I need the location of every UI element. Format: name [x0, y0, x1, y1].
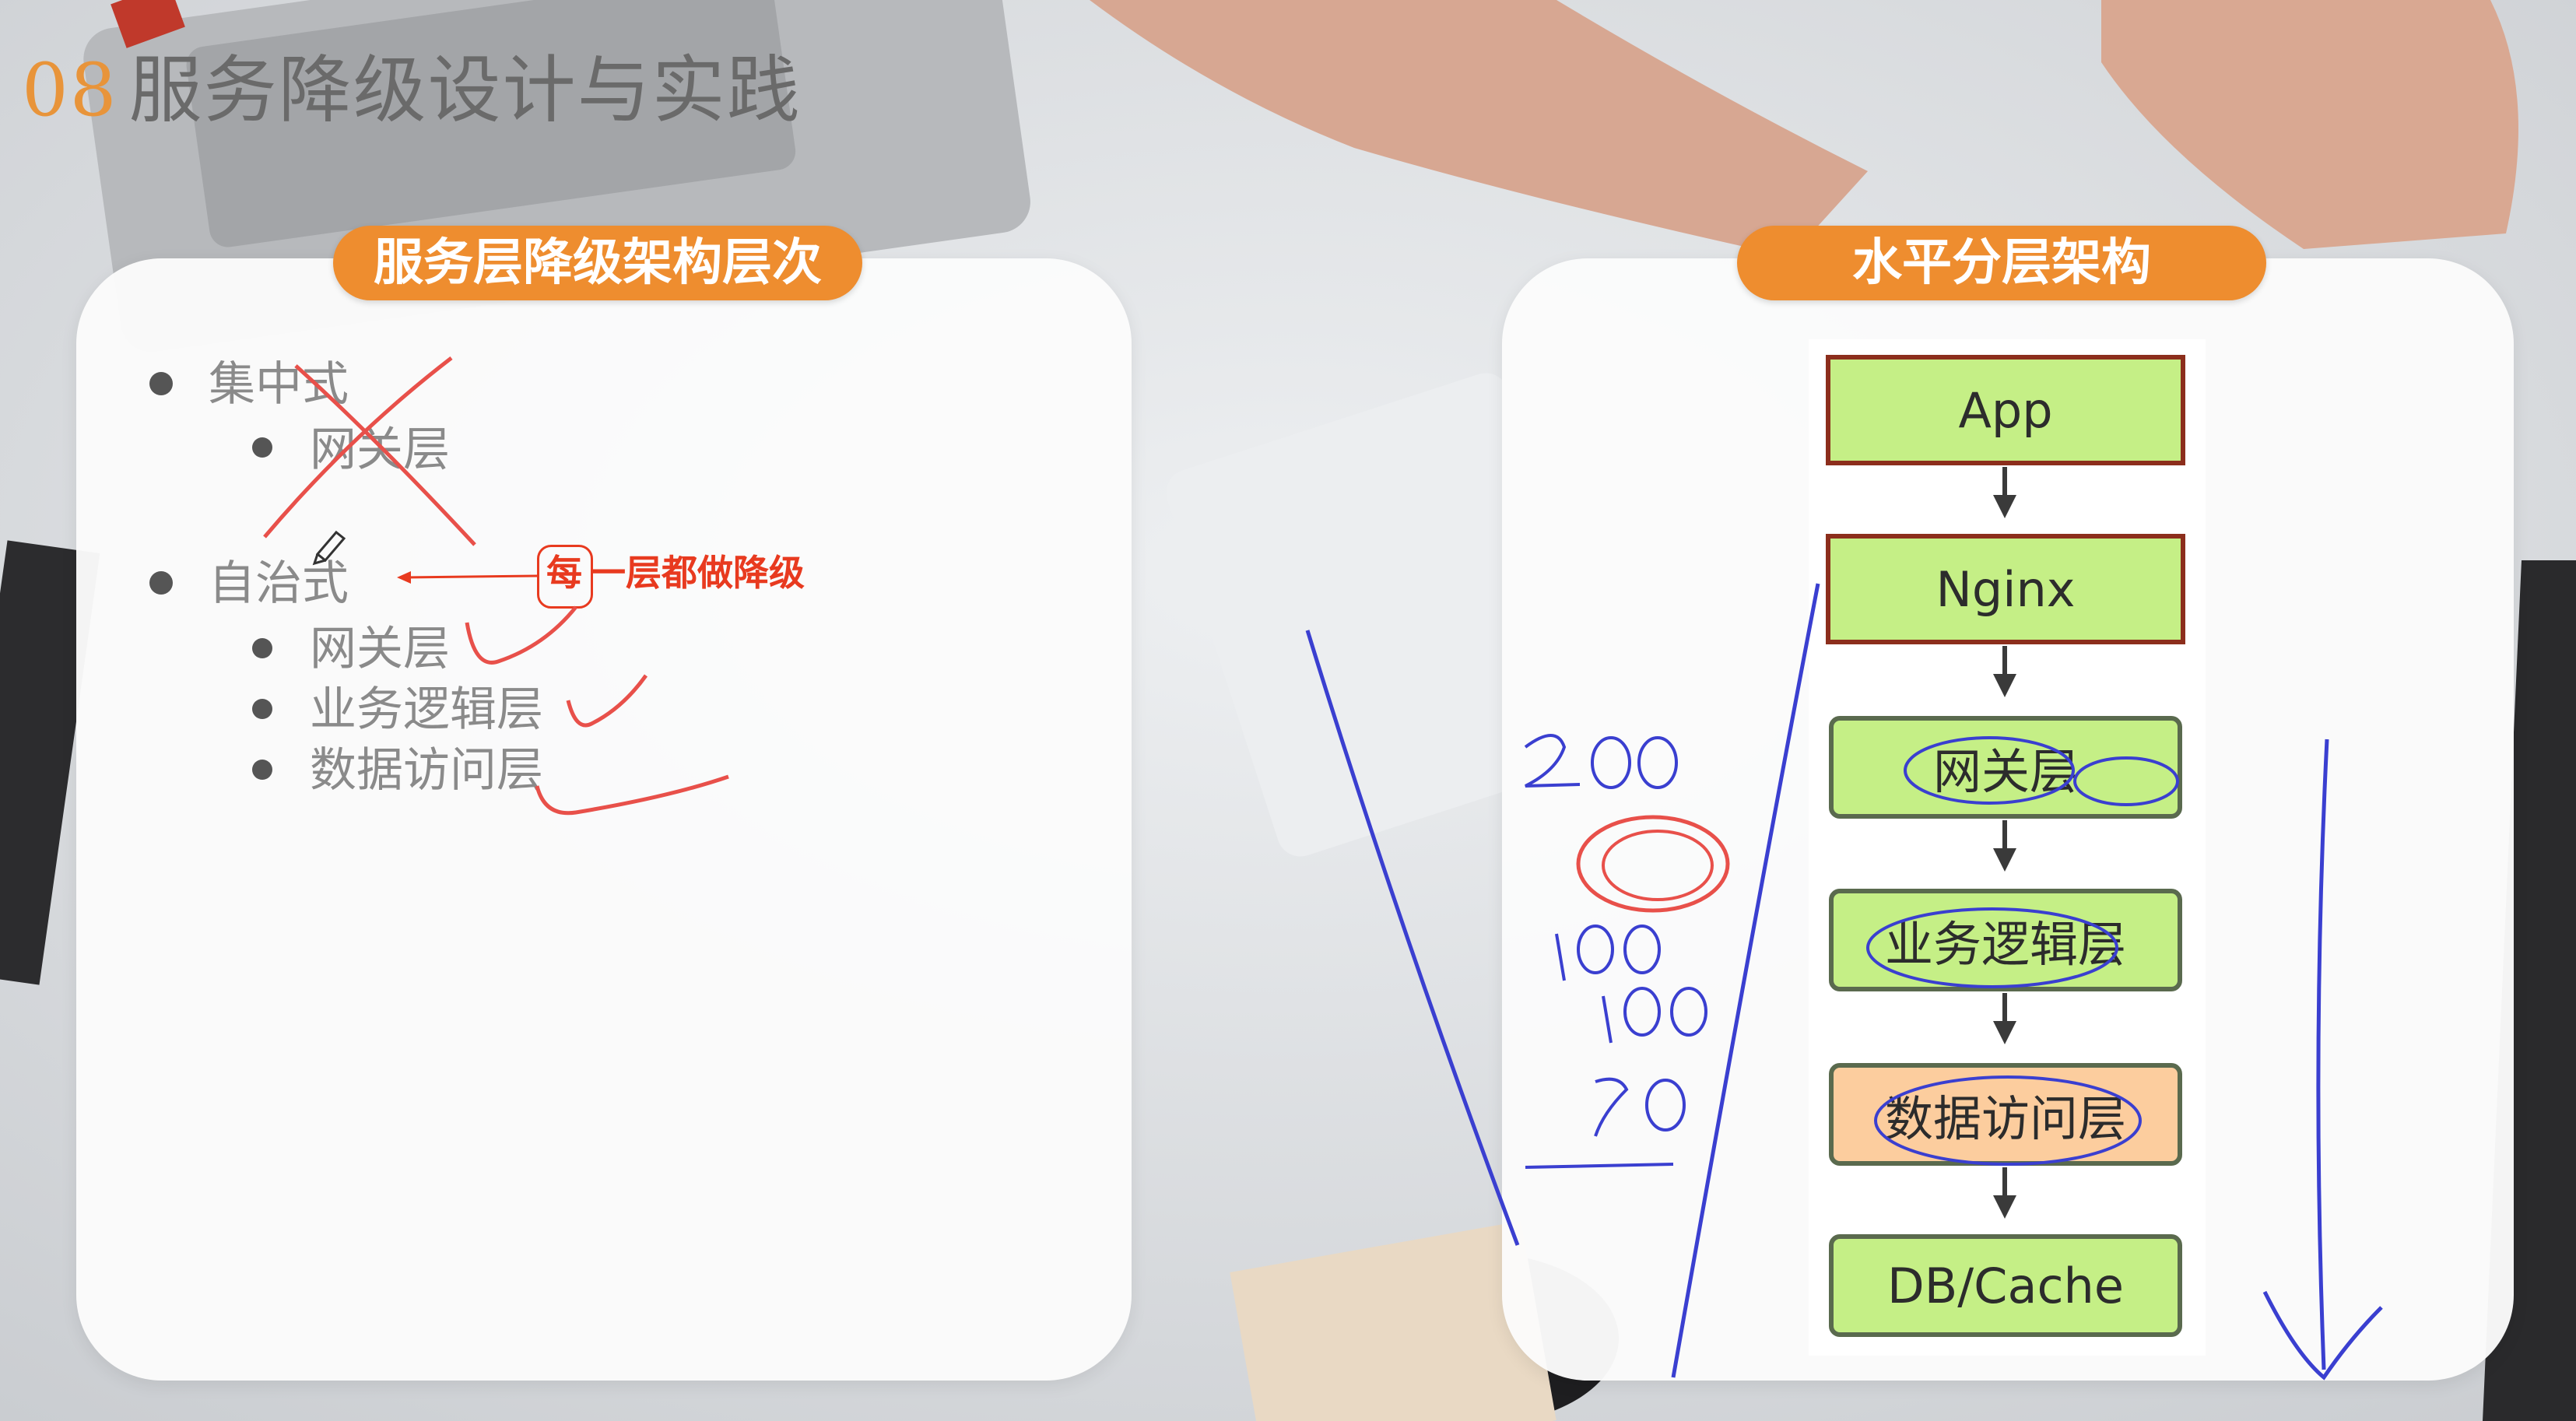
arrow-down-icon — [1993, 1195, 2016, 1219]
arrow-down-icon — [1993, 1021, 2016, 1044]
bullet-dot — [252, 437, 272, 458]
arrow-down-icon — [1993, 674, 2016, 697]
callout-highlight-char: 每 — [546, 552, 582, 594]
left-panel-heading: 服务层降级架构层次 — [333, 226, 862, 300]
flow-arrow — [2002, 646, 2007, 677]
bullet-dot — [149, 571, 173, 595]
flow-arrow — [2002, 1167, 2007, 1198]
layer-nginx: Nginx — [1826, 534, 2185, 644]
list-subitem-data-access: 数据访问层 — [310, 743, 543, 798]
layer-db-cache: DB/Cache — [1829, 1234, 2182, 1337]
slide-number: 08 — [22, 48, 118, 133]
bullet-dot — [149, 372, 173, 395]
list-subitem-business-logic: 业务逻辑层 — [310, 682, 543, 737]
arrow-down-icon — [1993, 848, 2016, 872]
layer-data-access: 数据访问层 — [1829, 1063, 2182, 1166]
list-subitem-gateway-2: 网关层 — [310, 622, 450, 676]
flow-arrow — [2002, 993, 2007, 1024]
list-subitem-gateway: 网关层 — [310, 423, 450, 477]
list-item-centralized: 集中式 — [209, 357, 349, 412]
callout-text: 一层都做降级 — [590, 552, 805, 594]
layer-business-logic: 业务逻辑层 — [1829, 889, 2182, 991]
layer-gateway: 网关层 — [1829, 716, 2182, 819]
slide-title-text: 服务降级设计与实践 — [128, 48, 802, 133]
slide-title: 08 服务降级设计与实践 — [22, 31, 802, 137]
bullet-dot — [252, 760, 272, 780]
list-item-autonomous: 自治式 — [209, 556, 349, 611]
left-panel — [76, 258, 1132, 1381]
flow-arrow — [2002, 820, 2007, 851]
arrow-down-icon — [1993, 495, 2016, 518]
right-panel-heading: 水平分层架构 — [1737, 226, 2266, 300]
bullet-dot — [252, 638, 272, 658]
flow-arrow — [2002, 467, 2007, 498]
bullet-dot — [252, 699, 272, 719]
layer-app: App — [1826, 355, 2185, 465]
